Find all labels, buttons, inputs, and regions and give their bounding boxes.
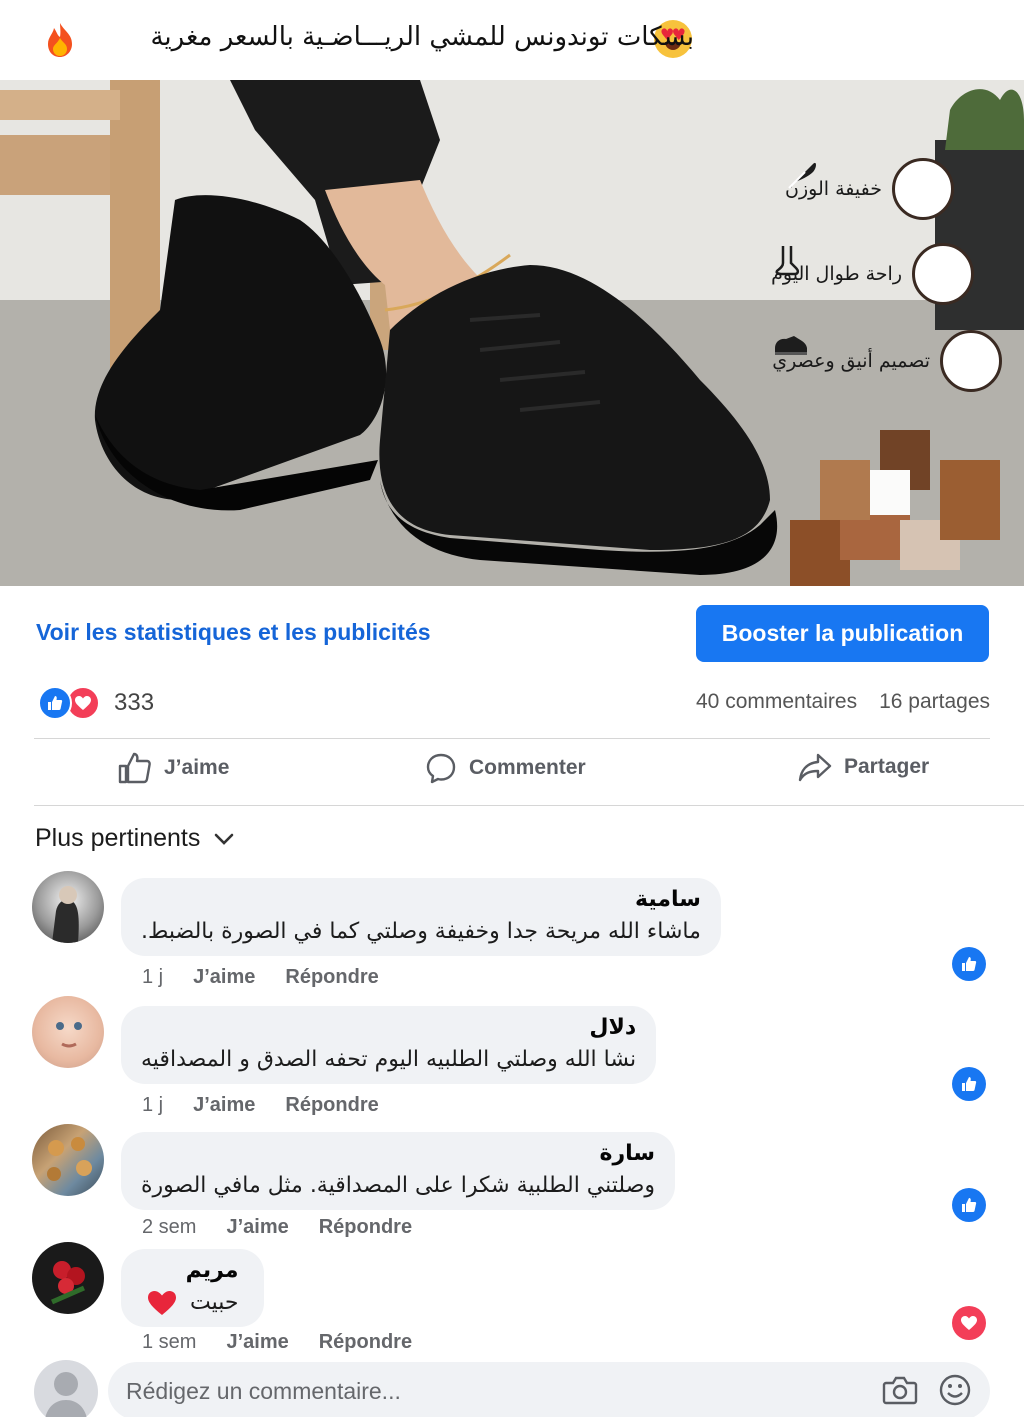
camera-icon[interactable] xyxy=(882,1374,918,1406)
like-reaction-icon[interactable] xyxy=(952,1067,986,1101)
comment-like-link[interactable]: J’aime xyxy=(226,1216,288,1239)
comment-label: Commenter xyxy=(469,756,586,779)
avatar[interactable] xyxy=(32,1124,104,1196)
comment-composer xyxy=(108,1362,990,1417)
user-avatar xyxy=(34,1360,98,1417)
love-reaction-icon[interactable] xyxy=(952,1306,986,1340)
feature-lightweight: خفيفة الوزن xyxy=(785,158,954,220)
comment-time[interactable]: 1 j xyxy=(142,966,163,989)
post-caption-bar: بسكات توندونس للمشي الريـــاضـية بالسعر … xyxy=(0,0,1024,80)
view-stats-link[interactable]: Voir les statistiques et les publicités xyxy=(36,619,431,646)
emoji-smile-icon[interactable] xyxy=(938,1373,972,1407)
like-label: J’aime xyxy=(164,756,230,779)
comments-count[interactable]: 40 commentaires xyxy=(696,690,857,714)
comment-text-body: حبيت xyxy=(190,1290,239,1315)
comment-bubble-icon xyxy=(426,753,456,784)
comment-sort-dropdown[interactable]: Plus pertinents xyxy=(35,824,234,853)
share-label: Partager xyxy=(844,755,930,778)
boost-post-button[interactable]: Booster la publication xyxy=(696,605,989,662)
foot-icon xyxy=(775,243,974,305)
reaction-summary[interactable]: 333 xyxy=(38,686,154,720)
comment-meta: 1 j J’aime Répondre xyxy=(142,1094,379,1117)
comment-bubble: سامية ماشاء الله مريحة جدا وخفيفة وصلتي … xyxy=(121,878,721,956)
comment-meta: 1 j J’aime Répondre xyxy=(142,966,379,989)
comment-text: نشا الله وصلتي الطلبيه اليوم تحفه الصدق … xyxy=(141,1047,637,1072)
sort-label: Plus pertinents xyxy=(35,824,201,852)
comment-time[interactable]: 2 sem xyxy=(142,1216,196,1239)
comment-text: ماشاء الله مريحة جدا وخفيفة وصلتي كما في… xyxy=(141,919,701,944)
comment-bubble: دلال نشا الله وصلتي الطلبيه اليوم تحفه ا… xyxy=(121,1006,657,1084)
comment-author[interactable]: دلال xyxy=(141,1012,636,1044)
red-heart-emoji-icon xyxy=(148,1291,176,1315)
comment-time[interactable]: 1 j xyxy=(142,1094,163,1117)
comment-like-link[interactable]: J’aime xyxy=(226,1331,288,1354)
divider xyxy=(34,738,990,739)
fire-emoji-icon xyxy=(48,23,72,57)
feature-design: تصميم أنيق وعصري xyxy=(772,330,1002,392)
avatar[interactable] xyxy=(32,871,104,943)
comment-reply-link[interactable]: Répondre xyxy=(285,1094,378,1117)
avatar[interactable] xyxy=(32,996,104,1068)
comment-reply-link[interactable]: Répondre xyxy=(285,966,378,989)
post-caption: بسكات توندونس للمشي الريـــاضـية بالسعر … xyxy=(150,22,694,52)
comment-meta: 2 sem J’aime Répondre xyxy=(142,1216,412,1239)
feature-comfort: راحة طوال اليوم xyxy=(771,243,974,305)
chevron-down-icon xyxy=(215,833,234,845)
like-button[interactable]: J’aime xyxy=(118,752,229,784)
comment-meta: 1 sem J’aime Répondre xyxy=(142,1331,412,1354)
reaction-count: 333 xyxy=(114,689,155,716)
comment-like-link[interactable]: J’aime xyxy=(193,1094,255,1117)
like-reaction-icon xyxy=(38,686,72,720)
like-reaction-icon[interactable] xyxy=(952,1188,986,1222)
comment-author[interactable]: مريم xyxy=(147,1255,239,1287)
divider xyxy=(34,805,1024,806)
comment-text: حبيت xyxy=(147,1287,238,1319)
comment-author[interactable]: سامية xyxy=(141,884,701,916)
post-image[interactable]: خفيفة الوزن راحة طوال اليوم تصميم أنيق و… xyxy=(0,80,1024,586)
comment-button[interactable]: Commenter xyxy=(425,752,586,784)
feather-icon xyxy=(788,158,954,220)
shares-count[interactable]: 16 partages xyxy=(879,690,990,714)
like-reaction-icon[interactable] xyxy=(952,947,986,981)
comment-input[interactable] xyxy=(126,1372,866,1410)
avatar[interactable] xyxy=(32,1242,104,1314)
engagement-counts: 40 commentaires 16 partages xyxy=(696,690,990,714)
share-arrow-icon xyxy=(798,753,832,782)
share-button[interactable]: Partager xyxy=(798,752,929,782)
comment-author[interactable]: سارة xyxy=(141,1138,655,1170)
comment-reply-link[interactable]: Répondre xyxy=(319,1331,412,1354)
comment-reply-link[interactable]: Répondre xyxy=(319,1216,412,1239)
comment-bubble: مريم حبيت xyxy=(121,1249,265,1327)
comment-like-link[interactable]: J’aime xyxy=(193,966,255,989)
sneaker-icon xyxy=(775,330,1002,392)
comment-bubble: سارة وصلتني الطلبية شكرا على المصداقية. … xyxy=(121,1132,676,1210)
comment-time[interactable]: 1 sem xyxy=(142,1331,196,1354)
thumbs-up-icon xyxy=(118,752,151,784)
comment-text: وصلتني الطلبية شكرا على المصداقية. مثل م… xyxy=(141,1173,656,1198)
